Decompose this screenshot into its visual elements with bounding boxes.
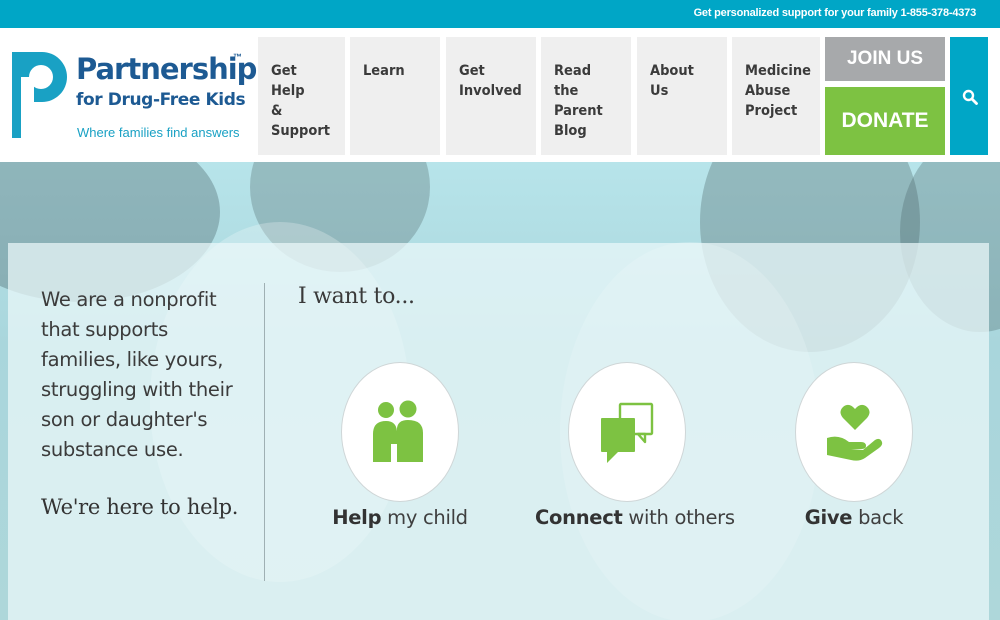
here-to-help-text: We're here to help. [41,495,239,519]
logo-trademark: ™ [233,52,242,62]
nav-item-get-help[interactable]: Get Help & Support [258,37,345,155]
logo-tagline: Where families find answers [77,125,240,140]
support-phone-text[interactable]: Get personalized support for your family… [694,7,977,19]
top-support-bar: Get personalized support for your family… [0,0,1000,28]
site-logo[interactable]: Partnership ™ for Drug-Free Kids Where f… [12,52,257,152]
nav-item-label: Get Involved [459,63,522,99]
help-my-child-label[interactable]: Help my child [331,506,469,529]
chat-icon [601,402,654,463]
option-bold: Connect [535,506,623,529]
join-us-button[interactable]: JOIN US [825,37,945,81]
logo-p-icon [12,52,67,138]
give-back-button[interactable] [795,362,913,502]
nav-item-label: Medicine Abuse Project [745,63,811,119]
panel-divider [264,283,265,581]
nav-item-about-us[interactable]: About Us [637,37,727,155]
search-button[interactable] [950,37,988,155]
help-my-child-button[interactable] [341,362,459,502]
heart-hand-icon [827,404,883,461]
nav-item-parent-blog[interactable]: Read the Parent Blog [541,37,631,155]
search-icon [962,89,978,105]
i-want-to-heading: I want to... [298,284,415,309]
nav-item-label: Get Help & Support [271,63,330,139]
nav-item-learn[interactable]: Learn [350,37,440,155]
donate-button[interactable]: DONATE [825,87,945,155]
nav-item-get-involved[interactable]: Get Involved [446,37,536,155]
logo-subtitle: for Drug-Free Kids [76,90,246,110]
nav-item-label: Learn [363,63,405,79]
nav-item-label: Read the Parent Blog [554,63,603,139]
intro-text: We are a nonprofit that supports familie… [41,288,233,461]
option-rest: back [852,506,904,529]
nav-item-medicine-abuse[interactable]: Medicine Abuse Project [732,37,820,155]
option-rest: my child [381,506,468,529]
connect-with-others-label[interactable]: Connect with others [535,506,735,529]
option-bold: Help [332,506,382,529]
logo-brand-text: Partnership [76,52,257,86]
give-back-label[interactable]: Give back [799,506,909,529]
family-icon [373,400,423,462]
option-rest: with others [622,506,735,529]
connect-with-others-button[interactable] [568,362,686,502]
option-bold: Give [804,506,853,529]
nav-item-label: About Us [650,63,694,99]
